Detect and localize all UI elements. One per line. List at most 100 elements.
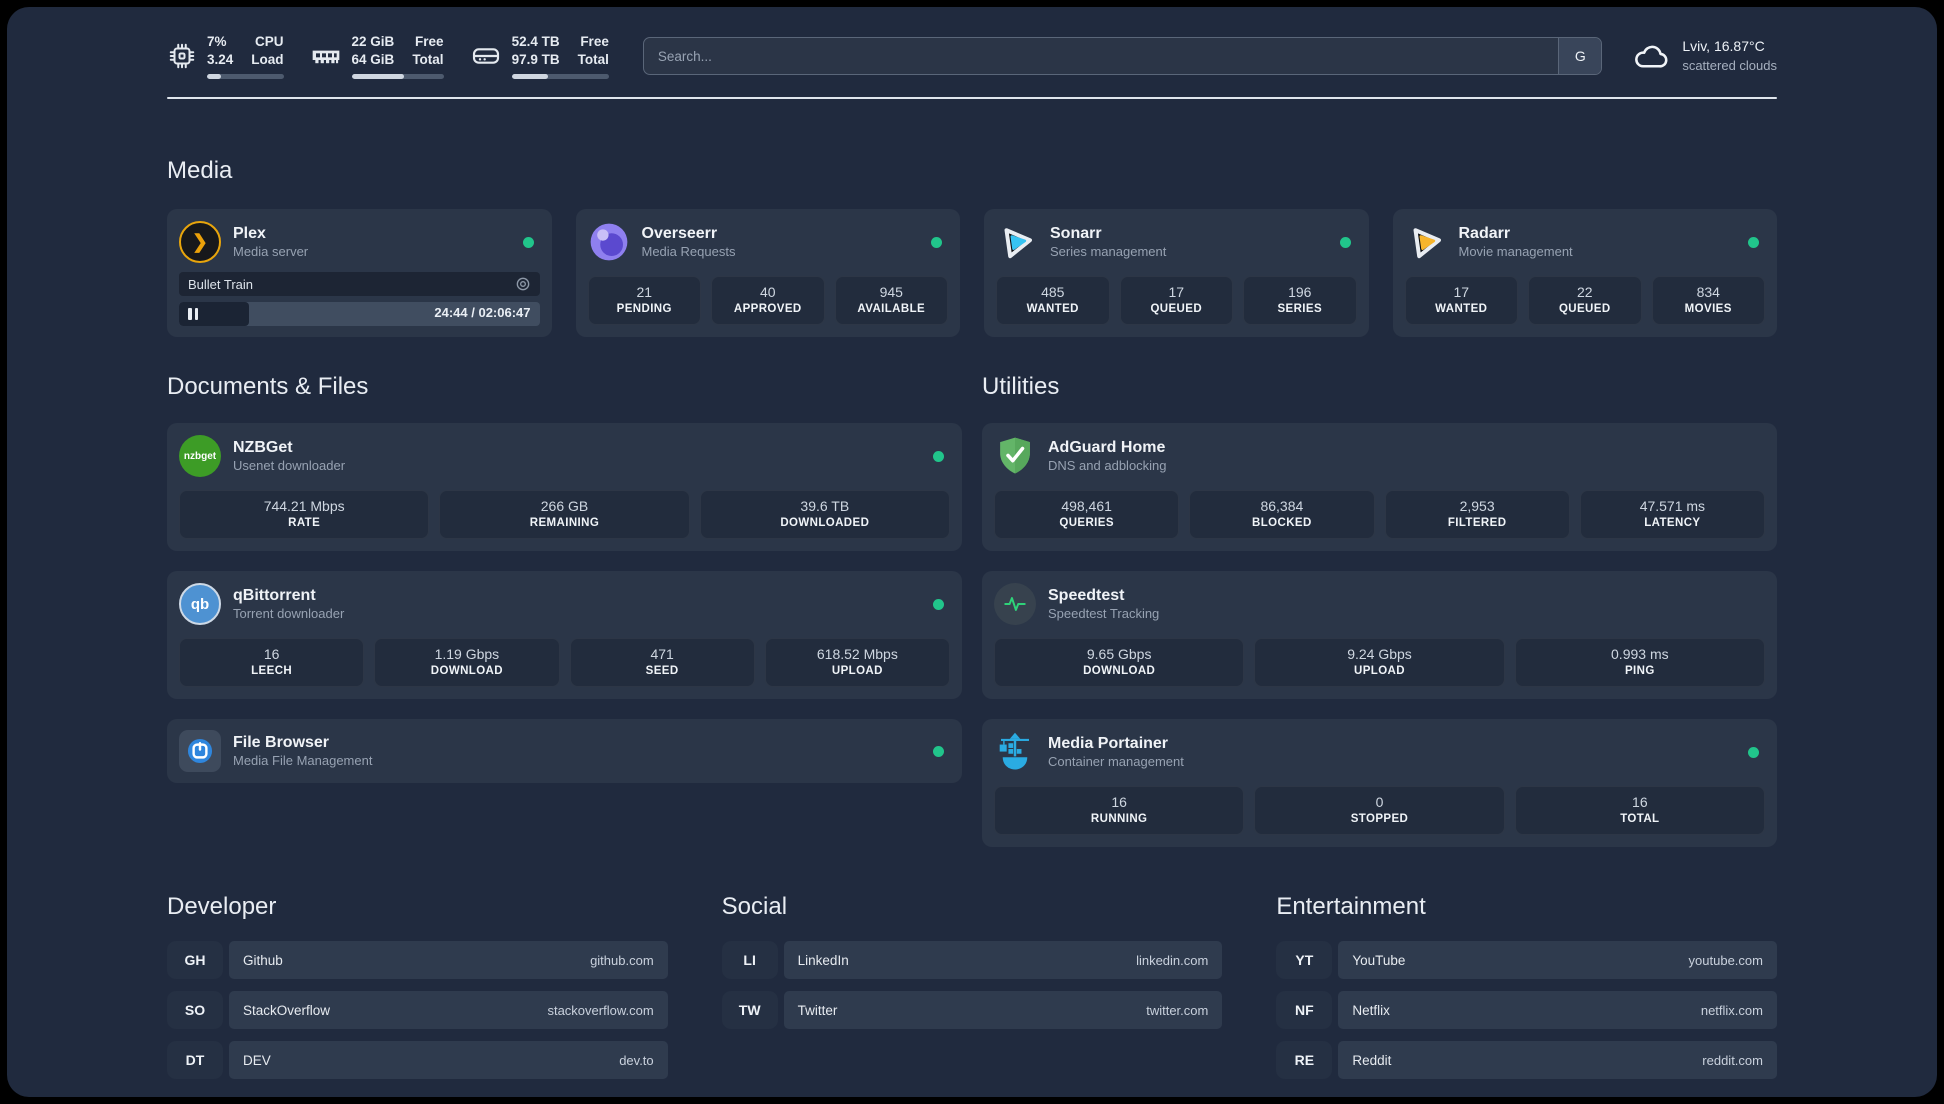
app-card-sonarr[interactable]: Sonarr Series management 485 WANTED 17 Q… [984, 209, 1369, 338]
section-media: Media ❯ Plex Media server Bullet Train 2… [167, 157, 1777, 338]
playback-time: 24:44 / 02:06:47 [434, 305, 531, 321]
memory-total-label: Total [412, 52, 444, 68]
search-engine-badge[interactable]: G [1558, 38, 1602, 75]
disk-free-label: Free [580, 34, 609, 49]
link-netflix[interactable]: NF Netflix netflix.com [1276, 991, 1777, 1030]
link-youtube[interactable]: YT YouTube youtube.com [1276, 941, 1777, 980]
section-social: Social LI LinkedIn linkedin.com TW Twitt… [721, 893, 1223, 1030]
radarr-icon [1405, 221, 1447, 263]
cpu-load-value: 3.24 [207, 52, 234, 68]
disk-total-value: 97.9 TB [511, 52, 560, 68]
stat-tile: 0.993 ms PING [1514, 638, 1765, 688]
disk-free-value: 52.4 TB [511, 34, 560, 49]
stat-tile: 196 SERIES [1243, 276, 1357, 326]
app-card-radarr[interactable]: Radarr Movie management 17 WANTED 22 QUE… [1392, 209, 1777, 338]
stat-tile: 21 PENDING [587, 276, 701, 326]
weather-condition: scattered clouds [1682, 57, 1777, 73]
app-description: Torrent downloader [233, 606, 345, 622]
section-developer: Developer GH Github github.com SO StackO… [167, 893, 668, 1080]
section-documents: Documents & Files nzbget NZBGet Usenet d… [167, 373, 962, 784]
app-description: Media server [233, 244, 309, 260]
link-linkedin[interactable]: LI LinkedIn linkedin.com [721, 941, 1223, 980]
section-title-utilities: Utilities [982, 373, 1060, 401]
stat-tile: 40 APPROVED [711, 276, 825, 326]
stat-tile: 471 SEED [569, 638, 755, 688]
stat-tile: 485 WANTED [996, 276, 1110, 326]
nzbget-icon: nzbget [179, 435, 221, 478]
cpu-usage-value: 7% [207, 34, 227, 49]
playback-progress-bar[interactable]: 24:44 / 02:06:47 [179, 302, 540, 327]
stat-tile: 0 STOPPED [1254, 786, 1505, 836]
overseerr-icon [588, 221, 630, 263]
search-input[interactable] [643, 38, 1559, 75]
status-online-dot [933, 450, 944, 462]
status-online-dot [1748, 236, 1759, 248]
link-stackoverflow[interactable]: SO StackOverflow stackoverflow.com [167, 991, 668, 1030]
stat-tile: 47.571 ms LATENCY [1579, 490, 1765, 540]
memory-total-value: 64 GiB [351, 52, 395, 68]
stat-tile: 16 LEECH [179, 638, 365, 688]
link-tag: YT [1276, 941, 1333, 980]
cpu-progress-fill [207, 74, 221, 80]
cpu-icon [169, 43, 195, 69]
link-tag: DT [167, 1041, 223, 1080]
stat-tile: 17 QUEUED [1119, 276, 1233, 326]
app-card-overseerr[interactable]: Overseerr Media Requests 21 PENDING 40 A… [575, 209, 960, 338]
app-name: qBittorrent [233, 586, 316, 604]
cpu-label: CPU [255, 34, 284, 49]
app-card-filebrowser[interactable]: File Browser Media File Management [167, 719, 962, 784]
stat-tile: 744.21 Mbps RATE [179, 490, 430, 540]
status-online-dot [933, 745, 944, 757]
app-description: Container management [1048, 754, 1184, 770]
section-title-developer: Developer [167, 893, 277, 921]
app-name: File Browser [233, 733, 330, 751]
weather-widget[interactable]: Lviv, 16.87°C scattered clouds [1632, 37, 1777, 75]
app-name: Radarr [1458, 224, 1511, 242]
header: 7% 3.24 CPU Load 22 GiB 64 GiB Free Tota… [167, 33, 1777, 80]
link-github[interactable]: GH Github github.com [167, 941, 668, 980]
stat-tile: 834 MOVIES [1651, 276, 1765, 326]
stat-tile: 498,461 QUERIES [994, 490, 1180, 540]
load-label: Load [251, 52, 284, 68]
app-name: NZBGet [233, 438, 293, 456]
cpu-progress-track [207, 74, 284, 80]
memory-stat: 22 GiB 64 GiB Free Total [310, 33, 444, 80]
qbittorrent-icon: qb [179, 583, 221, 626]
session-icon[interactable] [515, 276, 531, 292]
link-twitter[interactable]: TW Twitter twitter.com [721, 991, 1223, 1030]
link-tag: LI [721, 941, 778, 980]
link-tag: RE [1276, 1041, 1333, 1080]
portainer-icon [994, 731, 1036, 773]
app-card-plex[interactable]: ❯ Plex Media server Bullet Train 24:44 /… [167, 209, 552, 338]
app-description: Media Requests [641, 244, 736, 260]
link-tag: TW [721, 991, 778, 1030]
app-name: Sonarr [1050, 224, 1102, 242]
app-name: AdGuard Home [1048, 438, 1166, 456]
section-utilities: Utilities AdGuard Home DNS and adblockin… [982, 373, 1777, 848]
memory-progress-fill [351, 74, 404, 80]
pause-icon[interactable] [188, 308, 198, 321]
stat-tile: 22 QUEUED [1528, 276, 1642, 326]
filebrowser-icon [179, 730, 221, 773]
disk-total-label: Total [577, 52, 609, 68]
link-dev[interactable]: DT DEV dev.to [167, 1041, 668, 1080]
link-reddit[interactable]: RE Reddit reddit.com [1276, 1041, 1777, 1080]
search-bar: G [642, 37, 1603, 76]
link-tag: NF [1276, 991, 1333, 1030]
app-name: Speedtest [1048, 586, 1125, 604]
app-card-speedtest[interactable]: Speedtest Speedtest Tracking 9.65 Gbps D… [982, 571, 1777, 700]
adguard-icon [994, 435, 1036, 477]
app-name: Overseerr [641, 224, 718, 242]
app-card-adguard[interactable]: AdGuard Home DNS and adblocking 498,461 … [982, 423, 1777, 552]
app-card-nzbget[interactable]: nzbget NZBGet Usenet downloader 744.21 M… [167, 423, 962, 552]
sonarr-icon [996, 221, 1038, 263]
app-description: Usenet downloader [233, 458, 346, 474]
app-card-qbittorrent[interactable]: qb qBittorrent Torrent downloader 16 LEE… [167, 571, 962, 700]
app-card-portainer[interactable]: Media Portainer Container management 16 … [982, 719, 1777, 848]
app-description: DNS and adblocking [1048, 458, 1167, 474]
now-playing-title: Bullet Train [188, 276, 254, 292]
memory-icon [312, 50, 339, 64]
app-description: Speedtest Tracking [1048, 606, 1160, 622]
section-title-entertainment: Entertainment [1276, 893, 1426, 921]
memory-free-value: 22 GiB [351, 34, 395, 49]
